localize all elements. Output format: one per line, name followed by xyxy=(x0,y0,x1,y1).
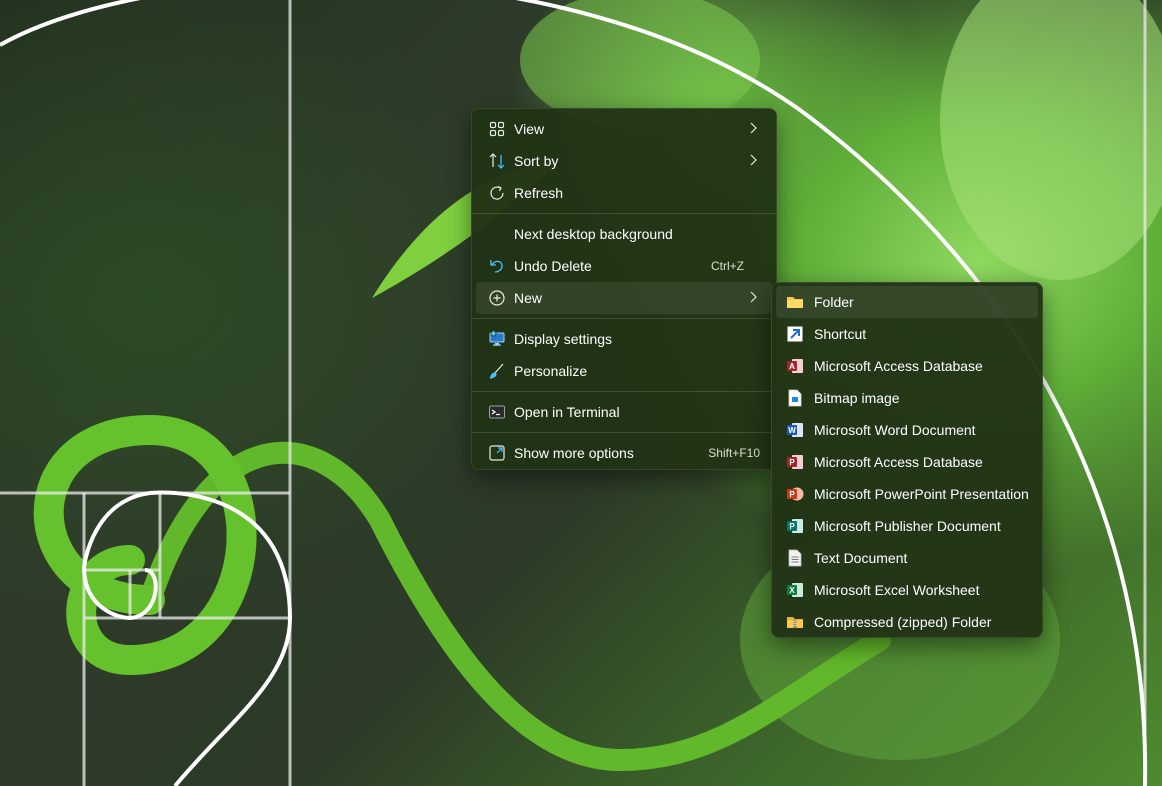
shortcut-label: Ctrl+Z xyxy=(711,259,744,273)
submenu-item-label: Microsoft Excel Worksheet xyxy=(814,582,980,598)
submenu-item-access-database[interactable]: A Microsoft Access Database xyxy=(776,350,1038,382)
menu-item-refresh[interactable]: Refresh xyxy=(476,177,772,209)
chevron-right-icon xyxy=(748,121,758,138)
shortcut-icon xyxy=(786,325,804,343)
submenu-item-powerpoint-presentation[interactable]: P Microsoft PowerPoint Presentation xyxy=(776,478,1038,510)
menu-item-undo-delete[interactable]: Undo Delete Ctrl+Z xyxy=(476,250,772,282)
text-document-icon xyxy=(786,549,804,567)
publisher-icon: P xyxy=(786,517,804,535)
submenu-item-label: Microsoft Publisher Document xyxy=(814,518,1001,534)
chevron-right-icon xyxy=(748,290,758,307)
submenu-item-bitmap-image[interactable]: Bitmap image xyxy=(776,382,1038,414)
menu-separator xyxy=(472,432,776,433)
sort-arrows-icon xyxy=(488,152,506,170)
word-icon: W xyxy=(786,421,804,439)
access-icon: P xyxy=(786,453,804,471)
undo-icon xyxy=(488,257,506,275)
desktop-context-menu: View Sort by Refresh Next desktop backgr… xyxy=(471,108,777,470)
brush-icon xyxy=(488,362,506,380)
svg-text:W: W xyxy=(788,426,796,435)
bitmap-icon xyxy=(786,389,804,407)
refresh-icon xyxy=(488,184,506,202)
new-submenu: Folder Shortcut A Microsoft Access Datab… xyxy=(771,282,1043,638)
chevron-right-icon xyxy=(748,153,758,170)
submenu-item-label: Shortcut xyxy=(814,326,867,342)
menu-separator xyxy=(472,318,776,319)
excel-icon: X xyxy=(786,581,804,599)
menu-item-label: Display settings xyxy=(514,331,613,347)
menu-item-sort-by[interactable]: Sort by xyxy=(476,145,772,177)
submenu-item-compressed-folder[interactable]: Compressed (zipped) Folder xyxy=(776,606,1038,638)
menu-separator xyxy=(472,213,776,214)
submenu-item-shortcut[interactable]: Shortcut xyxy=(776,318,1038,350)
menu-item-view[interactable]: View xyxy=(476,113,772,145)
submenu-item-word-document[interactable]: W Microsoft Word Document xyxy=(776,414,1038,446)
submenu-item-label: Folder xyxy=(814,294,854,310)
svg-text:P: P xyxy=(789,522,795,531)
svg-text:A: A xyxy=(789,362,795,371)
display-icon xyxy=(488,330,506,348)
menu-item-label: Open in Terminal xyxy=(514,404,620,420)
submenu-item-label: Microsoft PowerPoint Presentation xyxy=(814,486,1029,502)
access-icon: A xyxy=(786,357,804,375)
menu-item-label: Sort by xyxy=(514,153,559,169)
menu-item-show-more-options[interactable]: Show more options Shift+F10 xyxy=(476,437,772,469)
menu-item-display-settings[interactable]: Display settings xyxy=(476,323,772,355)
menu-item-label: Personalize xyxy=(514,363,588,379)
terminal-icon xyxy=(488,403,506,421)
menu-item-label: Undo Delete xyxy=(514,258,592,274)
submenu-item-text-document[interactable]: Text Document xyxy=(776,542,1038,574)
menu-item-open-in-terminal[interactable]: Open in Terminal xyxy=(476,396,772,428)
menu-item-personalize[interactable]: Personalize xyxy=(476,355,772,387)
submenu-item-label: Microsoft Access Database xyxy=(814,358,983,374)
submenu-item-access-database-2[interactable]: P Microsoft Access Database xyxy=(776,446,1038,478)
menu-item-new[interactable]: New xyxy=(476,282,772,314)
submenu-item-label: Bitmap image xyxy=(814,390,900,406)
menu-item-label: Next desktop background xyxy=(514,226,673,242)
submenu-item-folder[interactable]: Folder xyxy=(776,286,1038,318)
submenu-item-label: Microsoft Word Document xyxy=(814,422,976,438)
svg-text:X: X xyxy=(789,586,795,595)
shortcut-label: Shift+F10 xyxy=(708,446,760,460)
svg-text:P: P xyxy=(789,490,795,499)
submenu-item-excel-worksheet[interactable]: X Microsoft Excel Worksheet xyxy=(776,574,1038,606)
menu-item-label: Show more options xyxy=(514,445,634,461)
submenu-item-label: Text Document xyxy=(814,550,908,566)
menu-item-next-desktop-background[interactable]: Next desktop background xyxy=(476,218,772,250)
menu-item-label: View xyxy=(514,121,545,137)
menu-separator xyxy=(472,391,776,392)
grid-icon xyxy=(488,120,506,138)
zip-folder-icon xyxy=(786,613,804,631)
powerpoint-icon: P xyxy=(786,485,804,503)
plus-circle-icon xyxy=(488,289,506,307)
folder-icon xyxy=(786,293,804,311)
submenu-item-label: Compressed (zipped) Folder xyxy=(814,614,992,630)
menu-item-label: New xyxy=(514,290,543,306)
expand-icon xyxy=(488,444,506,462)
menu-item-label: Refresh xyxy=(514,185,564,201)
svg-text:P: P xyxy=(789,458,795,467)
submenu-item-label: Microsoft Access Database xyxy=(814,454,983,470)
submenu-item-publisher-document[interactable]: P Microsoft Publisher Document xyxy=(776,510,1038,542)
